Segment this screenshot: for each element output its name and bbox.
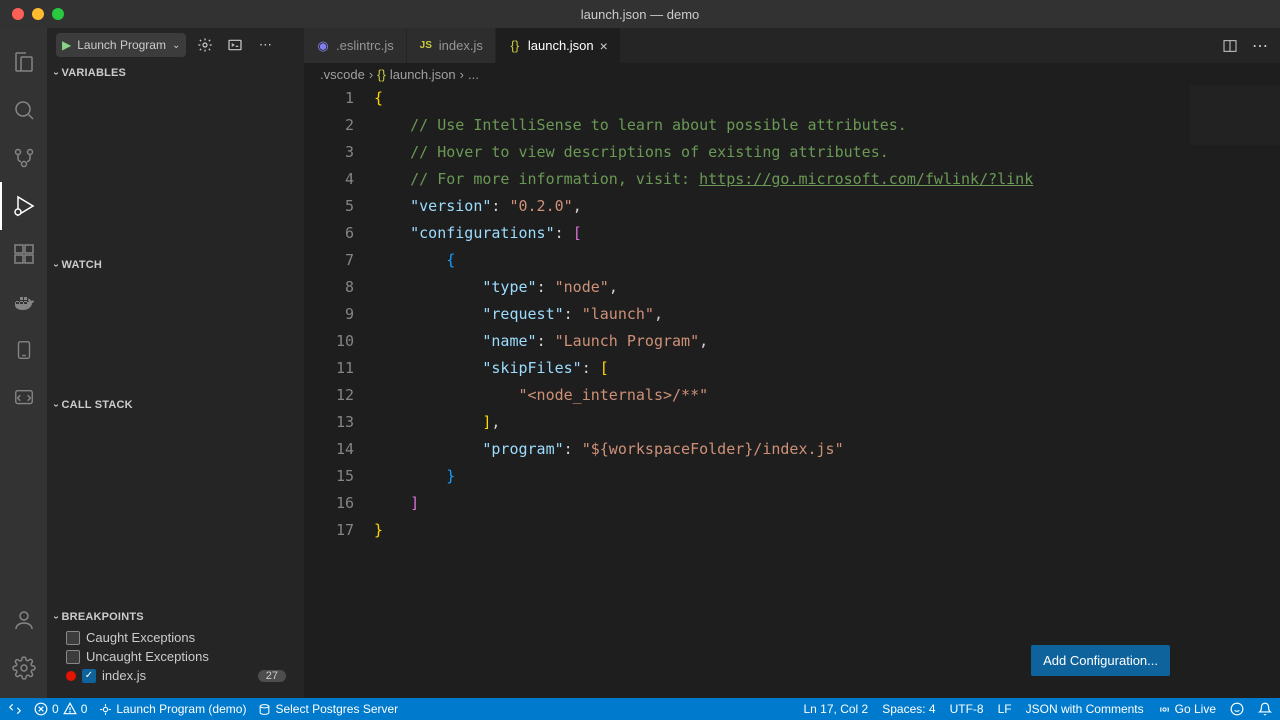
breakpoint-label: Caught Exceptions (86, 630, 195, 645)
language-mode[interactable]: JSON with Comments (1026, 702, 1144, 716)
run-debug-icon[interactable] (0, 182, 48, 230)
tab-eslintrc[interactable]: ◉ .eslintrc.js (304, 28, 407, 63)
editor-area: ◉ .eslintrc.js JS index.js {} launch.jso… (304, 28, 1280, 698)
close-icon[interactable]: × (600, 38, 608, 54)
titlebar: launch.json — demo (0, 0, 1280, 28)
search-icon[interactable] (0, 86, 48, 134)
settings-gear-icon[interactable] (0, 644, 48, 692)
play-icon: ▶ (62, 38, 71, 52)
chevron-down-icon: ⌄ (172, 40, 180, 51)
section-breakpoints[interactable]: › BREAKPOINTS (48, 606, 304, 628)
tab-label: index.js (439, 38, 483, 53)
status-launch-label: Launch Program (demo) (116, 702, 246, 716)
close-window-button[interactable] (12, 8, 24, 20)
cursor-position[interactable]: Ln 17, Col 2 (804, 702, 869, 716)
line-gutter: 1234567891011121314151617 (304, 85, 374, 698)
status-launch-config[interactable]: Launch Program (demo) (99, 702, 246, 716)
tab-index[interactable]: JS index.js (407, 28, 496, 63)
section-watch-label: WATCH (62, 259, 103, 271)
chevron-down-icon: › (50, 615, 61, 619)
section-variables[interactable]: › VARIABLES (48, 62, 304, 84)
breadcrumb-segment[interactable]: ... (468, 67, 479, 82)
debug-sidebar: ▶ Launch Program ⌄ ⋯ › VARIABLES › WATCH (48, 28, 304, 698)
tab-label: launch.json (528, 38, 594, 53)
breadcrumb[interactable]: .vscode › {} launch.json › ... (304, 63, 1280, 85)
tab-bar: ◉ .eslintrc.js JS index.js {} launch.jso… (304, 28, 1280, 63)
status-postgres-label: Select Postgres Server (275, 702, 398, 716)
status-bar: 0 0 Launch Program (demo) Select Postgre… (0, 698, 1280, 720)
extensions-icon[interactable] (0, 230, 48, 278)
go-live[interactable]: Go Live (1158, 702, 1216, 716)
launch-config-select[interactable]: ▶ Launch Program ⌄ (56, 33, 186, 57)
chevron-right-icon: › (369, 67, 373, 82)
more-icon[interactable]: ⋯ (1252, 36, 1268, 56)
warning-count: 0 (81, 702, 88, 716)
section-variables-label: VARIABLES (62, 67, 127, 79)
indentation[interactable]: Spaces: 4 (882, 702, 935, 716)
breakpoint-uncaught-exceptions[interactable]: Uncaught Exceptions (48, 647, 304, 666)
remote-icon[interactable] (0, 374, 48, 422)
breakpoint-line-badge: 27 (258, 670, 286, 682)
chevron-down-icon: › (50, 71, 61, 75)
split-editor-icon[interactable] (1222, 38, 1238, 54)
checkbox-icon[interactable] (66, 631, 80, 645)
breadcrumb-segment[interactable]: .vscode (320, 67, 365, 82)
mobile-icon[interactable] (0, 326, 48, 374)
eslint-icon: ◉ (316, 39, 330, 53)
breakpoint-label: Uncaught Exceptions (86, 649, 209, 664)
json-icon: {} (377, 67, 386, 82)
go-live-label: Go Live (1175, 702, 1216, 716)
code-editor[interactable]: 1234567891011121314151617 { // Use Intel… (304, 85, 1280, 698)
chevron-down-icon: › (50, 403, 61, 407)
docker-icon[interactable] (0, 278, 48, 326)
explorer-icon[interactable] (0, 38, 48, 86)
eol[interactable]: LF (998, 702, 1012, 716)
section-callstack[interactable]: › CALL STACK (48, 394, 304, 416)
section-breakpoints-label: BREAKPOINTS (62, 611, 144, 623)
breakpoint-file-label: index.js (102, 668, 146, 683)
code-content[interactable]: { // Use IntelliSense to learn about pos… (374, 85, 1280, 698)
checkbox-icon[interactable]: ✓ (82, 669, 96, 683)
breakpoint-caught-exceptions[interactable]: Caught Exceptions (48, 628, 304, 647)
minimap[interactable] (1190, 85, 1280, 145)
notifications-icon[interactable] (1258, 702, 1272, 716)
maximize-window-button[interactable] (52, 8, 64, 20)
section-watch[interactable]: › WATCH (48, 254, 304, 276)
breakpoint-file[interactable]: ✓ index.js 27 (48, 666, 304, 685)
window-title: launch.json — demo (581, 7, 700, 22)
status-postgres[interactable]: Select Postgres Server (258, 702, 398, 716)
js-icon: JS (419, 39, 433, 53)
minimize-window-button[interactable] (32, 8, 44, 20)
section-callstack-label: CALL STACK (62, 399, 133, 411)
json-icon: {} (508, 39, 522, 53)
chevron-right-icon: › (460, 67, 464, 82)
feedback-icon[interactable] (1230, 702, 1244, 716)
error-count: 0 (52, 702, 59, 716)
encoding[interactable]: UTF-8 (950, 702, 984, 716)
chevron-down-icon: › (50, 263, 61, 267)
breadcrumb-segment[interactable]: launch.json (390, 67, 456, 82)
more-icon[interactable]: ⋯ (254, 37, 276, 53)
debug-console-icon[interactable] (224, 37, 246, 53)
account-icon[interactable] (0, 596, 48, 644)
tab-label: .eslintrc.js (336, 38, 394, 53)
activity-bar (0, 28, 48, 698)
problems-indicator[interactable]: 0 0 (34, 702, 87, 716)
gear-icon[interactable] (194, 37, 216, 53)
checkbox-icon[interactable] (66, 650, 80, 664)
tab-launch-json[interactable]: {} launch.json × (496, 28, 621, 63)
launch-config-label: Launch Program (77, 38, 166, 52)
source-control-icon[interactable] (0, 134, 48, 182)
add-configuration-button[interactable]: Add Configuration... (1031, 645, 1170, 676)
remote-indicator[interactable] (8, 702, 22, 716)
breakpoint-dot-icon (66, 671, 76, 681)
